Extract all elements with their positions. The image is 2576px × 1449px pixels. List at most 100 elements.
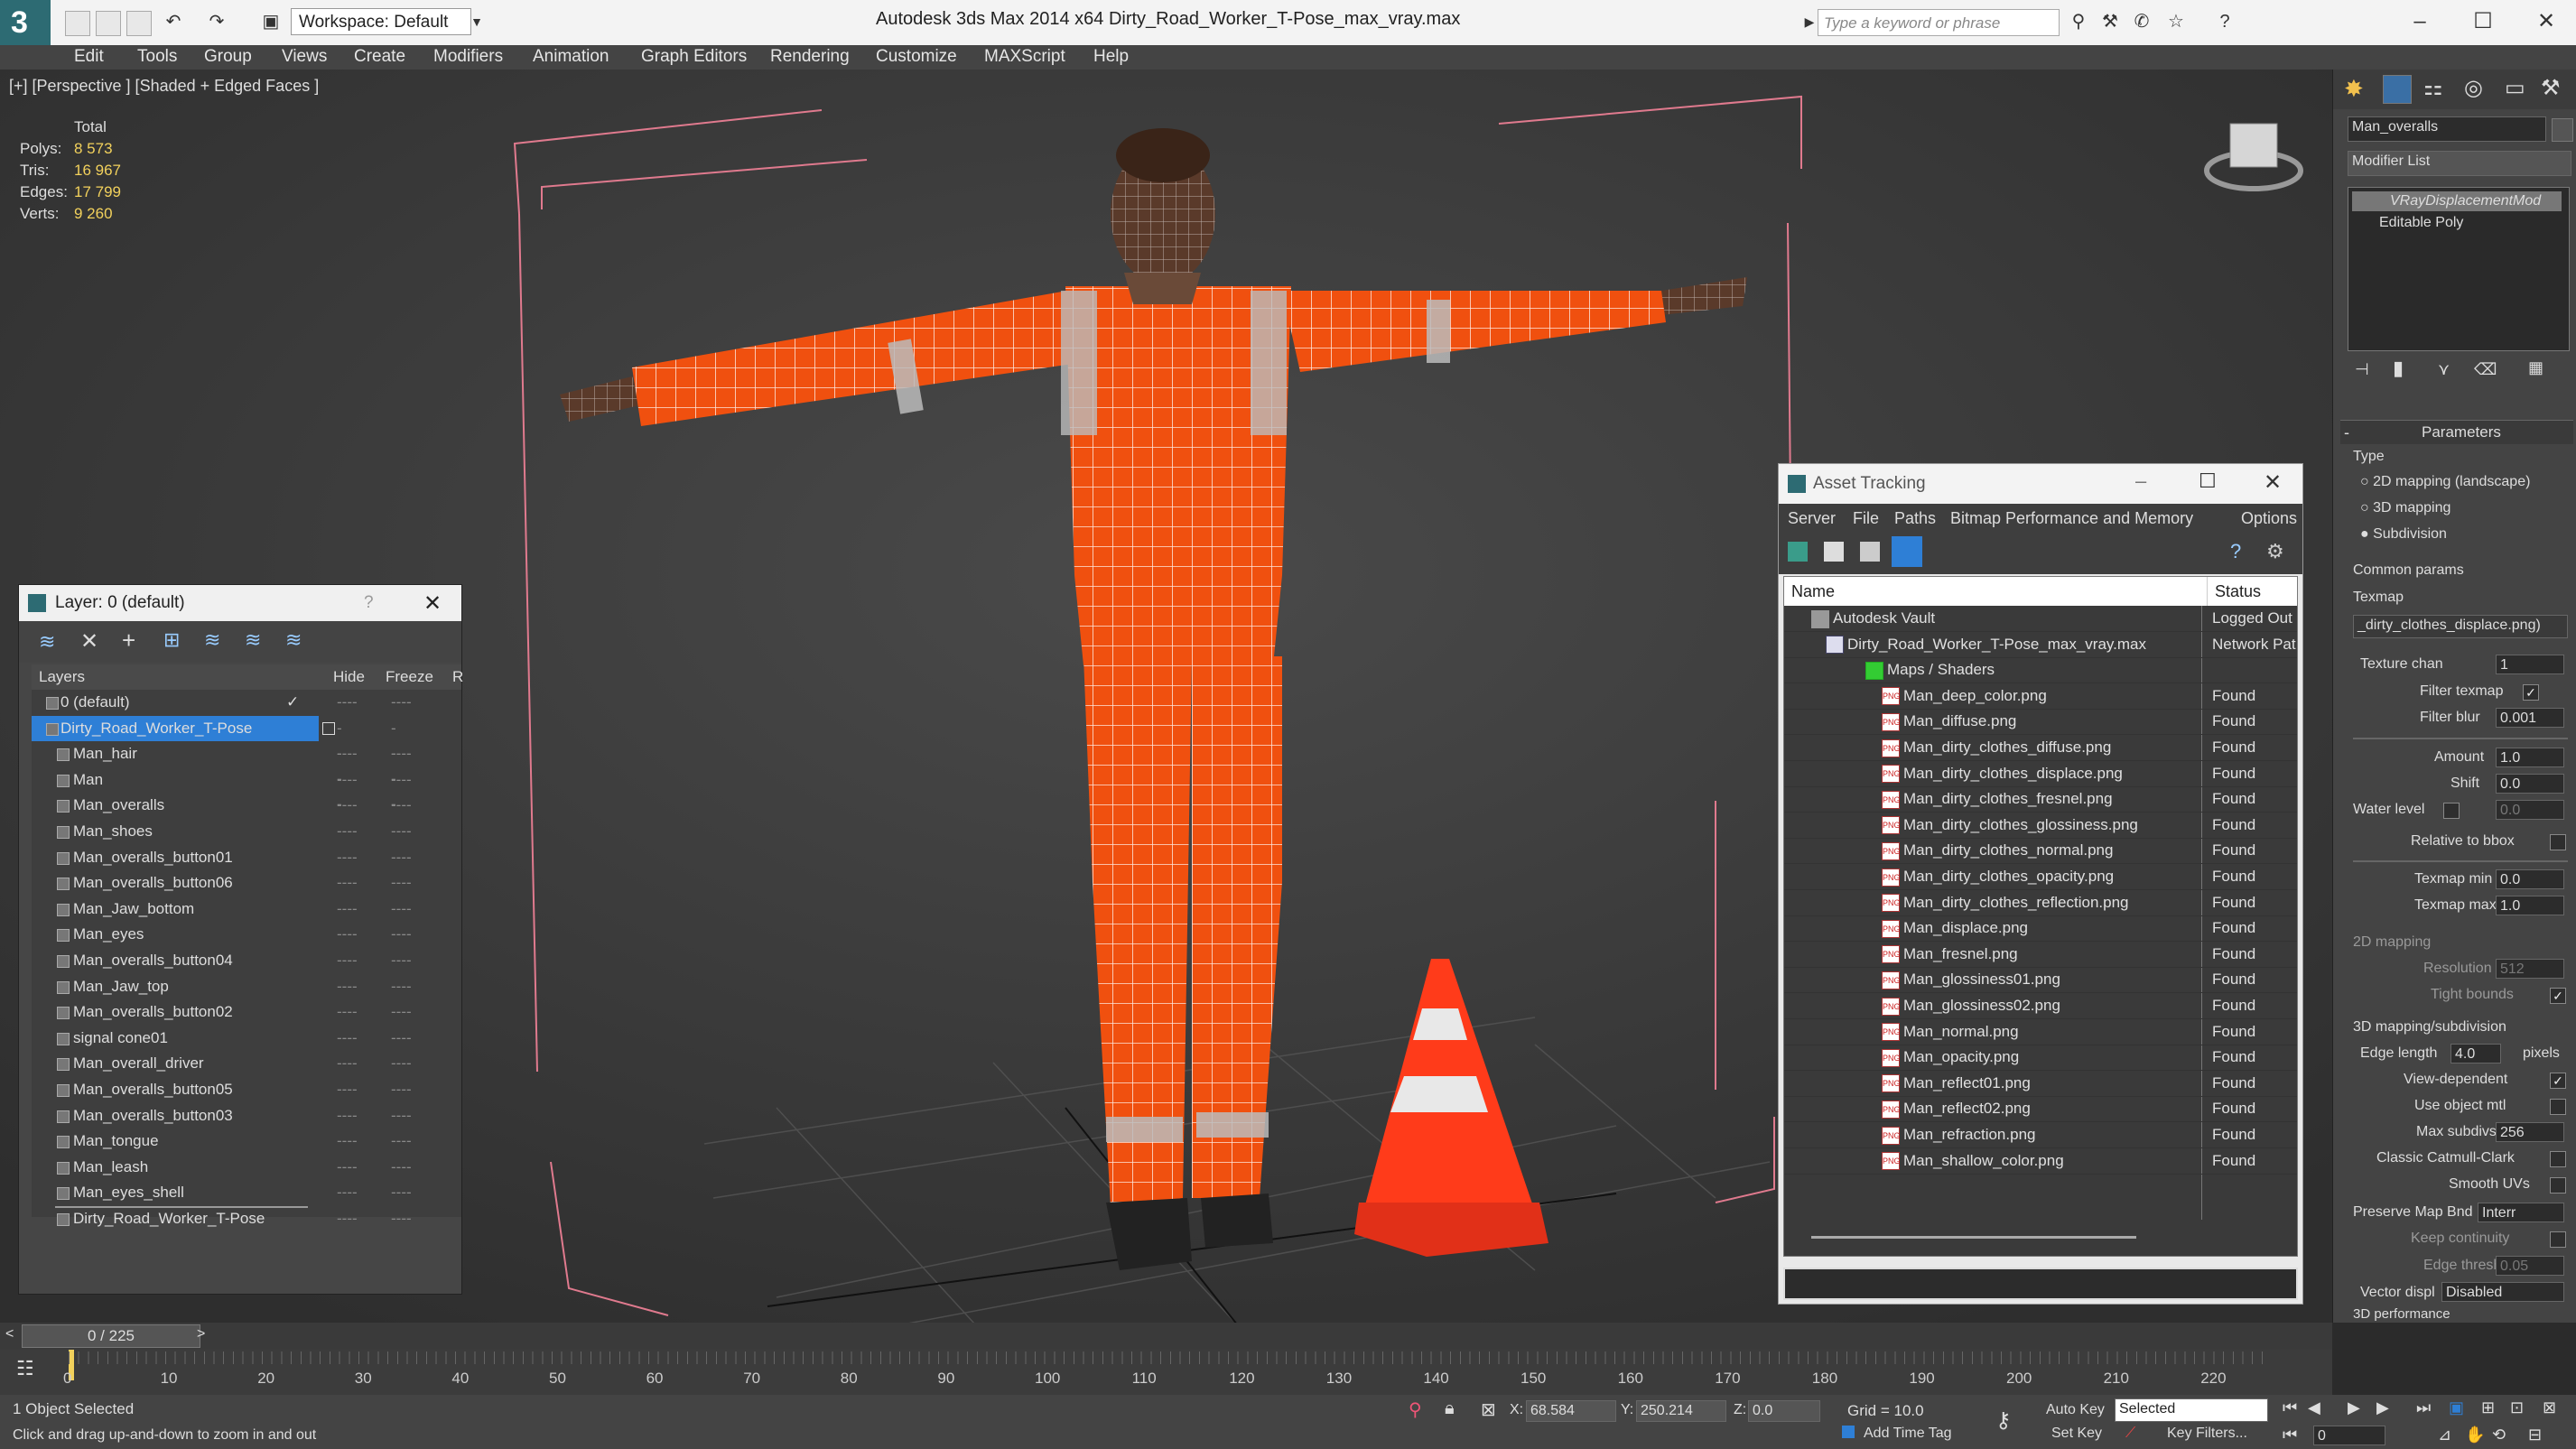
asset-row[interactable]: PNG Man_dirty_clothes_diffuse.png Found [1784,735,2297,761]
freeze-toggle[interactable]: ---- [391,922,412,947]
hide-toggle[interactable]: ---- [337,1129,358,1154]
object-color-swatch[interactable] [2552,118,2573,142]
menu-views[interactable]: Views [282,47,327,67]
smooth-uvs-checkbox[interactable] [2550,1177,2566,1194]
maximize-icon[interactable]: ☐ [2465,5,2501,38]
undo-icon[interactable]: ↶ [163,11,184,33]
classic-catmull-checkbox[interactable] [2550,1151,2566,1167]
timeline-track[interactable]: ☷ 0 10 20 30 40 50 60 70 80 90 100 110 120 130 140 150 1… [0,1350,2332,1395]
time-slider-thumb[interactable]: 0 / 225 [22,1324,200,1348]
freeze-all-icon[interactable]: ≋ [285,628,302,652]
set-current-layer-checkbox[interactable] [322,721,335,735]
communication-icon[interactable]: ✆ [2131,11,2153,33]
asset-row[interactable]: PNG Man_dirty_clothes_reflection.png Found [1784,890,2297,916]
add-time-tag-button[interactable]: Add Time Tag [1851,1426,1952,1442]
freeze-toggle[interactable]: ---- [391,1026,412,1051]
subscription-icon[interactable]: ⚒ [2099,11,2121,33]
freeze-toggle[interactable]: ---- [391,948,412,973]
layer-panel-titlebar[interactable]: Layer: 0 (default) ? ✕ [19,585,461,621]
binoculars-icon[interactable]: ⚲ [2068,11,2089,33]
next-frame-icon[interactable]: > [197,1326,205,1342]
menu-edit[interactable]: Edit [74,47,104,67]
freeze-toggle[interactable]: ---- [391,1077,412,1102]
freeze-toggle[interactable]: ---- [391,1051,412,1076]
key-mode-icon[interactable]: ⚷ [1995,1407,2012,1434]
key-start-icon[interactable]: ⏮ [2283,1426,2297,1444]
hide-toggle[interactable]: ---- [337,948,358,973]
make-unique-icon[interactable]: ⋎ [2438,360,2450,379]
viewport-label[interactable]: [+] [Perspective ] [Shaded + Edged Faces… [9,77,319,96]
hide-toggle[interactable]: ---- [337,974,358,999]
hide-toggle[interactable]: ---- [337,1180,358,1205]
layer-row[interactable]: Man ---- ---- [32,767,451,793]
prev-frame-icon[interactable]: < [5,1326,14,1342]
asset-row[interactable]: PNG Man_diffuse.png Found [1784,709,2297,736]
asset-row[interactable]: PNG Man_reflect02.png Found [1784,1096,2297,1123]
layer-close-icon[interactable]: ✕ [423,590,442,617]
layer-row[interactable]: Man_overalls_button06 ---- ---- [32,870,451,896]
create-layer-icon[interactable]: ≋ [39,630,55,654]
layer-row[interactable]: Man_shoes ---- ---- [32,819,451,844]
zoom-extents-all-icon[interactable]: ⊠ [2543,1398,2556,1417]
list-view-icon[interactable] [1824,542,1844,562]
radio-2d-landscape[interactable]: ○ 2D mapping (landscape) [2360,474,2530,490]
field-of-view-icon[interactable]: ⊿ [2438,1426,2451,1444]
asset-row[interactable]: Maps / Shaders [1784,657,2297,684]
modify-tab-icon[interactable] [2383,75,2412,104]
auto-key-button[interactable]: Auto Key [2046,1402,2105,1418]
asset-row[interactable]: PNG Man_refraction.png Found [1784,1122,2297,1148]
layer-row[interactable]: Man_tongue ---- ---- [32,1129,451,1154]
x-coordinate-field[interactable]: 68.584 [1526,1400,1616,1422]
new-file-icon[interactable] [65,11,90,36]
zoom-extents-icon[interactable]: ⊡ [2510,1398,2524,1417]
layer-row[interactable]: Man_eyes ---- ---- [32,922,451,947]
asset-menu-server[interactable]: Server [1788,509,1836,528]
filter-texmap-checkbox[interactable]: ✓ [2523,684,2539,701]
max-subdivs-spinner[interactable]: 256 [2496,1122,2564,1142]
play-icon[interactable]: ▶ [2348,1398,2360,1417]
relative-bbox-checkbox[interactable] [2550,834,2566,850]
layer-row[interactable]: Man_overalls_button02 ---- ---- [32,999,451,1025]
curve-editor-icon[interactable]: ☷ [16,1357,34,1380]
freeze-toggle[interactable]: ---- [391,1155,412,1180]
asset-row[interactable]: PNG Man_dirty_clothes_displace.png Found [1784,761,2297,787]
hide-toggle[interactable]: ---- [337,845,358,870]
menu-create[interactable]: Create [354,47,405,67]
pan-icon[interactable]: ✋ [2465,1426,2485,1444]
col-freeze[interactable]: Freeze [386,664,433,690]
highlight-layer-icon[interactable]: ≋ [204,628,220,652]
time-slider[interactable]: < 0 / 225 > [0,1323,2332,1350]
texture-chan-spinner[interactable]: 1 [2496,655,2564,674]
freeze-toggle[interactable]: ---- [391,690,412,715]
show-end-result-icon[interactable]: ▮ [2393,357,2404,380]
layer-row[interactable]: Man_Jaw_bottom ---- ---- [32,896,451,922]
menu-group[interactable]: Group [204,47,252,67]
layer-row[interactable]: Man_leash ---- ---- [32,1155,451,1180]
zoom-icon[interactable]: ▣ [2449,1398,2464,1417]
key-filters-button[interactable]: Key Filters... [2167,1426,2247,1442]
y-coordinate-field[interactable]: 250.214 [1636,1400,1726,1422]
preserve-map-bnd-dropdown[interactable]: Interr [2478,1203,2564,1222]
add-to-layer-icon[interactable]: + [122,627,135,655]
hide-toggle[interactable]: ---- [337,1051,358,1076]
layer-row[interactable]: Man_eyes_shell ---- ---- [32,1180,451,1205]
hide-all-icon[interactable]: ≋ [245,628,261,652]
water-level-spinner[interactable]: 0.0 [2496,800,2564,820]
asset-row[interactable]: PNG Man_dirty_clothes_glossiness.png Found [1784,813,2297,839]
next-key-icon[interactable]: ▶ [2376,1398,2389,1417]
parameters-rollout-header[interactable]: - Parameters [2340,420,2573,444]
lock-selection-icon[interactable]: 🔒︎ [1445,1398,1455,1419]
layer-row[interactable]: signal cone01 ---- ---- [32,1026,451,1051]
asset-maximize-icon[interactable]: ☐ [2199,469,2217,493]
menu-maxscript[interactable]: MAXScript [984,47,1065,67]
col-r[interactable]: R [452,664,463,690]
asset-row[interactable]: PNG Man_normal.png Found [1784,1019,2297,1045]
hide-toggle[interactable]: ---- [337,896,358,922]
app-logo-icon[interactable]: 3 [0,0,51,45]
col-layers[interactable]: Layers [39,664,85,690]
table-view-icon[interactable] [1892,536,1922,567]
configure-sets-icon[interactable]: ▦ [2528,358,2543,377]
hide-toggle[interactable]: ---- [337,870,358,896]
go-to-start-icon[interactable]: ⏮ [2283,1398,2297,1417]
menu-customize[interactable]: Customize [876,47,957,67]
